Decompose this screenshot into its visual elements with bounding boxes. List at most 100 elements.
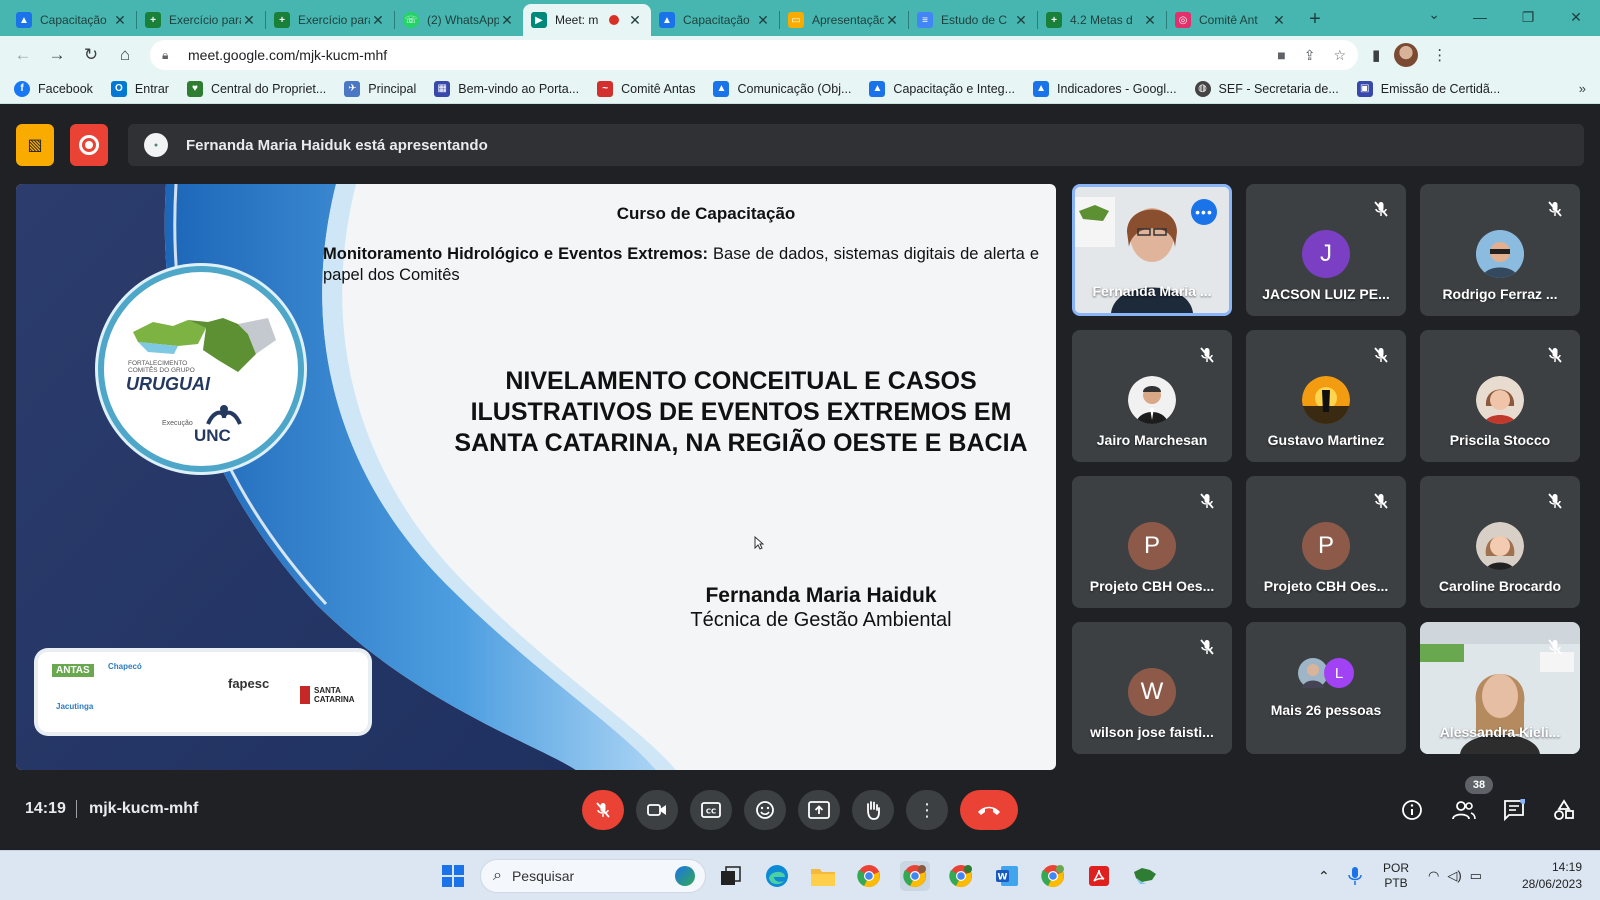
acrobat-icon[interactable] <box>1084 861 1114 891</box>
people-count-badge: 38 <box>1465 776 1493 794</box>
wifi-icon[interactable]: ◠ <box>1428 868 1439 884</box>
share-icon[interactable]: ⇪ <box>1304 47 1316 64</box>
close-icon[interactable]: ✕ <box>627 12 643 29</box>
bookmark-item[interactable]: ▲ Capacitação e Integ... <box>869 80 1015 97</box>
close-icon[interactable]: ✕ <box>370 12 386 29</box>
windows-logo-icon <box>442 865 464 887</box>
task-view-icon[interactable] <box>716 861 746 891</box>
close-icon[interactable]: ✕ <box>499 12 515 29</box>
meeting-details-button[interactable] <box>1398 796 1426 824</box>
mic-toggle-button[interactable] <box>582 790 624 830</box>
taskbar-search[interactable]: ⌕ Pesquisar <box>480 859 706 893</box>
bookmark-item[interactable]: ✈ Principal <box>344 80 416 97</box>
browser-tab[interactable]: ☏ (2) WhatsApp ✕ <box>395 4 523 36</box>
chat-button[interactable] <box>1500 796 1528 824</box>
bookmark-item[interactable]: ◍ SEF - Secretaria de... <box>1194 80 1339 97</box>
recording-button[interactable] <box>70 124 108 166</box>
chrome-profile-icon[interactable] <box>900 861 930 891</box>
restore-icon[interactable]: ❐ <box>1504 0 1552 34</box>
system-tray[interactable]: ◠ ◁) ▭ <box>1428 851 1482 900</box>
menu-kebab-icon[interactable]: ⋮ <box>1432 46 1447 64</box>
browser-tab[interactable]: ▲ Capacitação ✕ <box>8 4 136 36</box>
bookmark-item[interactable]: f Facebook <box>14 80 93 97</box>
bookmark-item[interactable]: ▦ Bem-vindo ao Porta... <box>434 80 579 97</box>
browser-tab-active[interactable]: ▶ Meet: m ✕ <box>523 4 651 36</box>
bing-icon[interactable] <box>675 866 695 886</box>
raise-hand-button[interactable] <box>852 790 894 830</box>
captions-off-button[interactable]: ▧ <box>16 124 54 166</box>
word-icon[interactable]: W <box>992 861 1022 891</box>
bookmark-item[interactable]: ▲ Comunicação (Obj... <box>713 80 851 97</box>
more-people-tile[interactable]: L Mais 26 pessoas <box>1246 622 1406 754</box>
taskbar-clock[interactable]: 14:19 28/06/2023 <box>1522 859 1582 893</box>
new-tab-button[interactable]: + <box>1301 5 1329 33</box>
close-icon[interactable]: ✕ <box>1271 12 1287 29</box>
more-options-button[interactable]: ⋮ <box>906 790 948 830</box>
volume-icon[interactable]: ◁) <box>1447 868 1461 884</box>
file-explorer-icon[interactable] <box>808 861 838 891</box>
bookmark-item[interactable]: ♥ Central do Propriet... <box>186 80 326 97</box>
address-bar[interactable]: 🔒︎ meet.google.com/mjk-kucm-mhf ■ ⇪ ☆ <box>150 40 1358 70</box>
browser-tab[interactable]: ◎ Comitê Ant ✕ <box>1167 4 1295 36</box>
browser-tab[interactable]: ▭ Apresentação ✕ <box>780 4 908 36</box>
people-button[interactable] <box>1450 796 1478 824</box>
lock-icon[interactable]: 🔒︎ <box>162 48 176 63</box>
browser-tab[interactable]: + Exercício para ✕ <box>266 4 394 36</box>
browser-tab[interactable]: + Exercício para ✕ <box>137 4 265 36</box>
reactions-button[interactable] <box>744 790 786 830</box>
bookmark-item[interactable]: ▣ Emissão de Certidã... <box>1356 80 1500 97</box>
forward-icon[interactable]: → <box>40 38 74 72</box>
participant-tile[interactable]: Priscila Stocco <box>1420 330 1580 462</box>
participant-tile[interactable]: ••• Fernanda Maria ... <box>1072 184 1232 316</box>
star-icon[interactable]: ☆ <box>1333 47 1346 64</box>
close-icon[interactable]: ✕ <box>1013 12 1029 29</box>
reload-icon[interactable]: ↻ <box>74 38 108 72</box>
close-icon[interactable]: ✕ <box>884 12 900 29</box>
leave-call-button[interactable] <box>960 790 1018 830</box>
profile-avatar[interactable] <box>1394 43 1419 67</box>
close-window-icon[interactable]: ✕ <box>1552 0 1600 34</box>
close-icon[interactable]: ✕ <box>1142 12 1158 29</box>
browser-tab[interactable]: ▲ Capacitação ✕ <box>651 4 779 36</box>
side-panel-icon[interactable]: ▮ <box>1372 46 1380 64</box>
tab-search-chevron-icon[interactable]: ⌄ <box>1428 6 1440 23</box>
start-button[interactable] <box>438 861 468 891</box>
participant-tile[interactable]: Jairo Marchesan <box>1072 330 1232 462</box>
bookmark-item[interactable]: O Entrar <box>110 80 169 97</box>
more-options-icon[interactable]: ••• <box>1191 199 1217 225</box>
bookmark-item[interactable]: ~ Comitê Antas <box>597 80 695 97</box>
url-text: meet.google.com/mjk-kucm-mhf <box>188 47 388 63</box>
back-icon[interactable]: ← <box>6 38 40 72</box>
participant-tile[interactable]: Alessandra Kieli... <box>1420 622 1580 754</box>
chrome-icon[interactable] <box>854 861 884 891</box>
show-hidden-icons[interactable]: ⌃ <box>1318 851 1330 900</box>
close-icon[interactable]: ✕ <box>112 12 128 29</box>
camera-icon[interactable]: ■ <box>1277 47 1285 64</box>
camera-toggle-button[interactable] <box>636 790 678 830</box>
chrome-profile-icon[interactable] <box>946 861 976 891</box>
minimize-icon[interactable]: — <box>1456 0 1504 34</box>
participant-tile[interactable]: J JACSON LUIZ PE... <box>1246 184 1406 316</box>
browser-tab[interactable]: ≡ Estudo de C ✕ <box>909 4 1037 36</box>
close-icon[interactable]: ✕ <box>241 12 257 29</box>
captions-button[interactable]: CC <box>690 790 732 830</box>
close-icon[interactable]: ✕ <box>755 12 771 29</box>
activities-button[interactable] <box>1550 796 1578 824</box>
participant-tile[interactable]: W wilson jose faisti... <box>1072 622 1232 754</box>
home-icon[interactable]: ⌂ <box>108 38 142 72</box>
participant-tile[interactable]: P Projeto CBH Oes... <box>1246 476 1406 608</box>
app-icon[interactable] <box>1130 861 1160 891</box>
bookmark-item[interactable]: ▲ Indicadores - Googl... <box>1033 80 1177 97</box>
participant-tile[interactable]: Caroline Brocardo <box>1420 476 1580 608</box>
participant-tile[interactable]: Gustavo Martinez <box>1246 330 1406 462</box>
participant-tile[interactable]: Rodrigo Ferraz ... <box>1420 184 1580 316</box>
browser-tab[interactable]: +4.2 Metas d ✕ <box>1038 4 1166 36</box>
battery-icon[interactable]: ▭ <box>1470 868 1482 884</box>
participant-tile[interactable]: P Projeto CBH Oes... <box>1072 476 1232 608</box>
edge-icon[interactable] <box>762 861 792 891</box>
input-language[interactable]: POR PTB <box>1383 851 1409 900</box>
bookmarks-more-icon[interactable]: » <box>1579 81 1586 96</box>
microphone-icon[interactable] <box>1348 851 1362 900</box>
chrome-profile-icon[interactable] <box>1038 861 1068 891</box>
present-screen-button[interactable] <box>798 790 840 830</box>
